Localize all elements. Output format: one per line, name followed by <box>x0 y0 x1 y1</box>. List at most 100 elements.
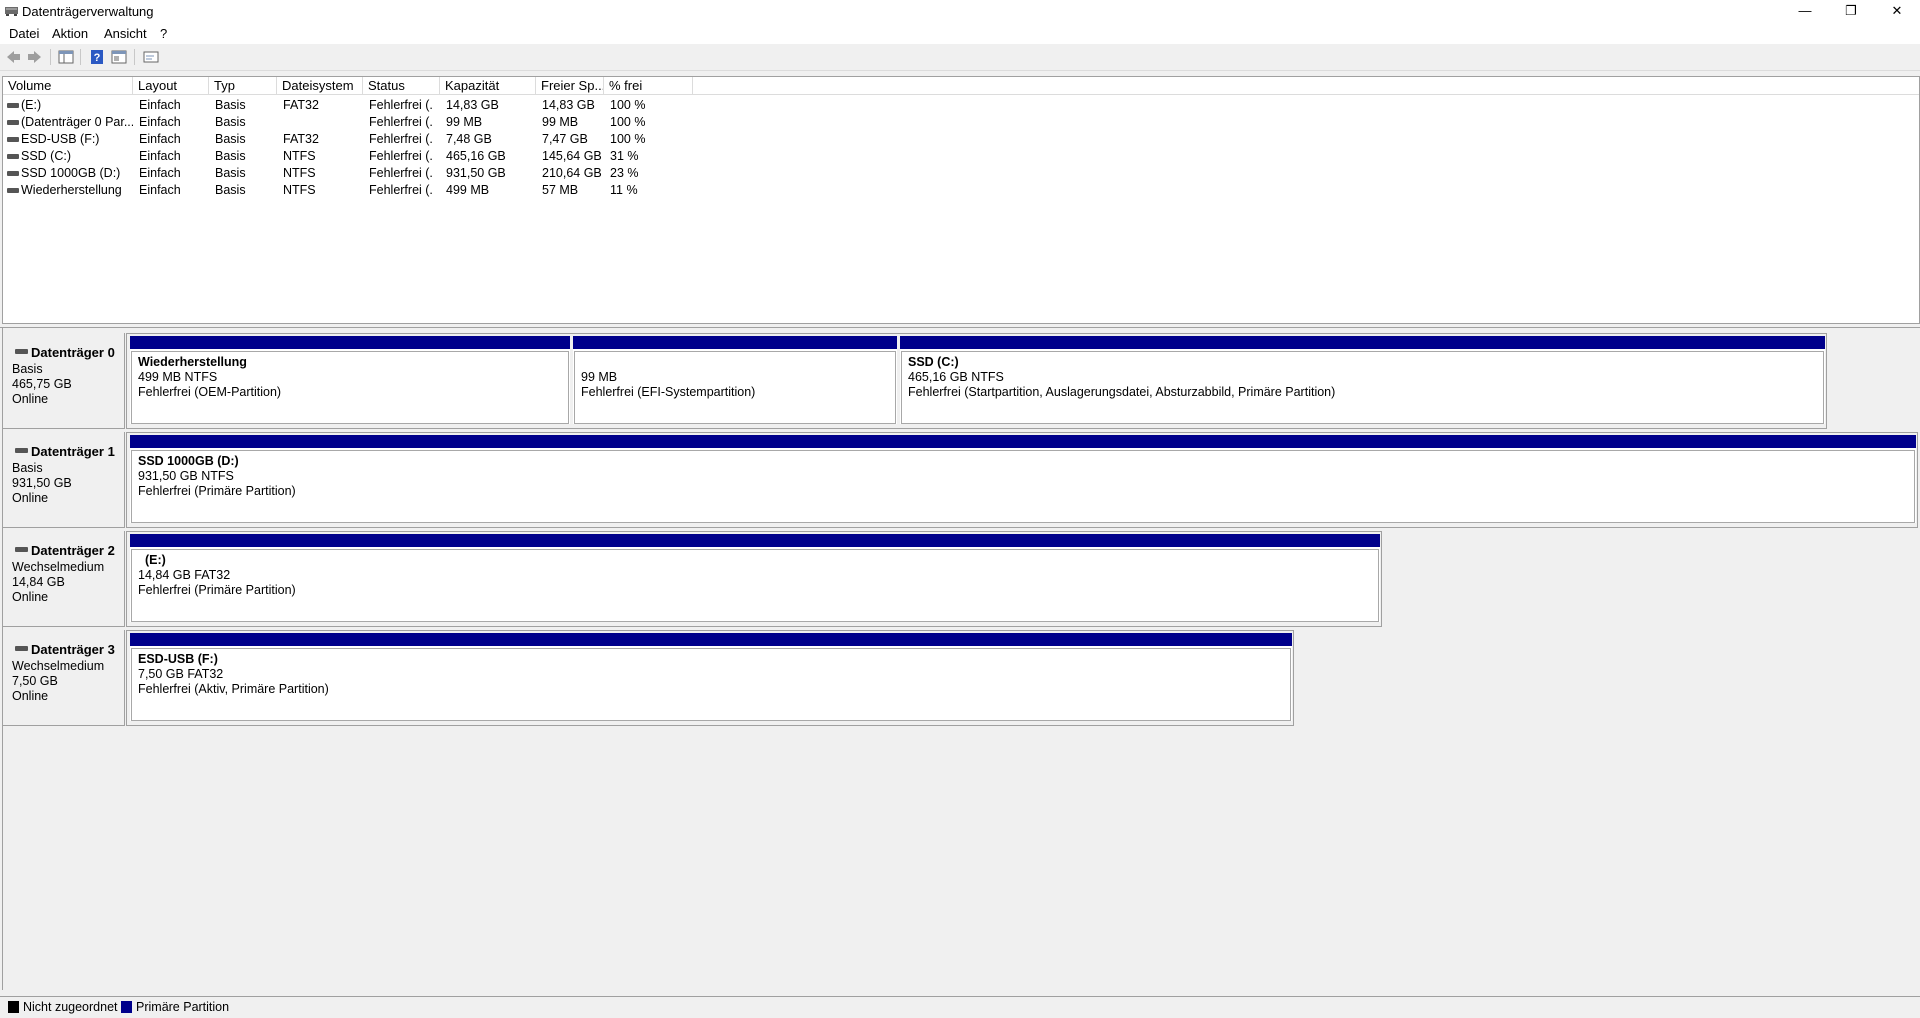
properties-icon[interactable] <box>110 48 128 66</box>
partition-status: Fehlerfrei (OEM-Partition) <box>138 385 282 399</box>
volume-cell-6: 7,47 GB <box>542 132 588 146</box>
disk-partitions-2: (E:) 14,84 GB FAT32 Fehlerfrei (Primäre … <box>126 531 1382 627</box>
menu-datei[interactable]: Datei <box>9 26 39 41</box>
partition-efi[interactable]: 99 MB Fehlerfrei (EFI-Systempartition) <box>573 336 897 424</box>
legend-primary-partition: Primäre Partition <box>136 1000 230 1014</box>
partition-status: Fehlerfrei (Startpartition, Auslagerungs… <box>908 385 1336 399</box>
volume-row[interactable]: SSD (C:) Einfach Basis NTFS Fehlerfrei (... 4… <box>3 148 703 165</box>
volume-row[interactable]: ESD-USB (F:) Einfach Basis FAT32 Fehlerfrei … <box>3 131 703 148</box>
volume-cell-7: 100 % <box>610 132 646 146</box>
volume-cell-4: Fehlerfrei (... <box>369 98 434 112</box>
disk-name: Datenträger 0 <box>31 345 115 360</box>
volume-cell-6: 145,64 GB <box>542 149 602 163</box>
close-button[interactable]: ✕ <box>1874 0 1920 22</box>
volume-icon <box>7 137 19 142</box>
console-icon[interactable] <box>142 48 160 66</box>
volume-cell-4: Fehlerfrei (... <box>369 115 434 129</box>
disk-type: Wechselmedium <box>12 560 105 574</box>
disk-icon <box>15 547 28 552</box>
primary-partition-bar <box>573 336 897 349</box>
col-header-typ[interactable]: Typ <box>209 77 277 95</box>
partition-esd-usb-f[interactable]: ESD-USB (F:) 7,50 GB FAT32 Fehlerfrei (A… <box>130 633 1292 721</box>
partition-body: SSD (C:) 465,16 GB NTFS Fehlerfrei (Star… <box>901 351 1824 424</box>
volume-cell-7: 31 % <box>610 149 639 163</box>
volume-row[interactable]: (E:) Einfach Basis FAT32 Fehlerfrei (... 14,8… <box>3 97 703 114</box>
disk-size: 931,50 GB <box>12 476 72 490</box>
col-header-filler <box>693 77 1919 95</box>
disk-type: Basis <box>12 362 43 376</box>
col-header-dateisystem[interactable]: Dateisystem <box>277 77 363 95</box>
disk-row-2: Datenträger 2 Wechselmedium 14,84 GB Onl… <box>3 531 1919 627</box>
disk-icon <box>15 448 28 453</box>
toolbar-separator <box>134 49 135 65</box>
volume-cell-1: Einfach <box>139 115 181 129</box>
volume-cell-5: 7,48 GB <box>446 132 492 146</box>
primary-partition-bar <box>900 336 1825 349</box>
col-header-volume[interactable]: Volume <box>3 77 133 95</box>
disk-partitions-3: ESD-USB (F:) 7,50 GB FAT32 Fehlerfrei (A… <box>126 630 1294 726</box>
disk-map-area: Datenträger 0 Basis 465,75 GB Online Wie… <box>2 328 1919 990</box>
menu-help[interactable]: ? <box>160 26 167 41</box>
disk-size: 7,50 GB <box>12 674 58 688</box>
partition-size: 14,84 GB FAT32 <box>138 568 231 582</box>
menu-aktion[interactable]: Aktion <box>52 26 88 41</box>
volume-cell-0: ESD-USB (F:) <box>21 132 100 146</box>
volume-cell-6: 14,83 GB <box>542 98 595 112</box>
partition-wiederherstellung[interactable]: Wiederherstellung 499 MB NTFS Fehlerfrei… <box>130 336 570 424</box>
partition-status: Fehlerfrei (Aktiv, Primäre Partition) <box>138 682 329 696</box>
partition-e[interactable]: (E:) 14,84 GB FAT32 Fehlerfrei (Primäre … <box>130 534 1380 622</box>
volume-cell-1: Einfach <box>139 183 181 197</box>
disk-status: Online <box>12 392 49 406</box>
volume-row[interactable]: SSD 1000GB (D:) Einfach Basis NTFS Fehlerfre… <box>3 165 703 182</box>
volume-list[interactable]: Volume Layout Typ Dateisystem Status Kap… <box>2 76 1920 324</box>
volume-cell-5: 931,50 GB <box>446 166 506 180</box>
volume-cell-1: Einfach <box>139 149 181 163</box>
disk-partitions-0: Wiederherstellung 499 MB NTFS Fehlerfrei… <box>126 333 1827 429</box>
volume-cell-0: Wiederherstellung <box>21 183 122 197</box>
disk-label-1[interactable]: Datenträger 1 Basis 931,50 GB Online <box>3 432 125 528</box>
volume-cell-2: Basis <box>215 183 246 197</box>
disk-label-3[interactable]: Datenträger 3 Wechselmedium 7,50 GB Onli… <box>3 630 125 726</box>
volume-cell-0: SSD (C:) <box>21 149 71 163</box>
partition-title: SSD 1000GB (D:) <box>138 454 239 468</box>
menu-ansicht[interactable]: Ansicht <box>104 26 147 41</box>
restore-button[interactable]: ❐ <box>1828 0 1874 22</box>
disk-type: Wechselmedium <box>12 659 105 673</box>
disk-label-2[interactable]: Datenträger 2 Wechselmedium 14,84 GB Onl… <box>3 531 125 627</box>
partition-title: ESD-USB (F:) <box>138 652 218 666</box>
volume-icon <box>7 154 19 159</box>
partition-ssd-c[interactable]: SSD (C:) 465,16 GB NTFS Fehlerfrei (Star… <box>900 336 1825 424</box>
forward-icon[interactable] <box>26 48 44 66</box>
help-icon[interactable]: ? <box>88 48 106 66</box>
partition-title: (E:) <box>138 553 166 567</box>
volume-cell-3: NTFS <box>283 149 316 163</box>
col-header-prozent-frei[interactable]: % frei <box>604 77 693 95</box>
partition-size: 931,50 GB NTFS <box>138 469 234 483</box>
minimize-button[interactable]: — <box>1782 0 1828 22</box>
partition-body: 99 MB Fehlerfrei (EFI-Systempartition) <box>574 351 896 424</box>
partition-ssd-1000gb-d[interactable]: SSD 1000GB (D:) 931,50 GB NTFS Fehlerfre… <box>130 435 1916 523</box>
volume-row[interactable]: (Datenträger 0 Par... Einfach Basis Fehlerf… <box>3 114 703 131</box>
volume-row[interactable]: Wiederherstellung Einfach Basis NTFS Fehlerf… <box>3 182 703 199</box>
disk-size: 14,84 GB <box>12 575 65 589</box>
disk-row-3: Datenträger 3 Wechselmedium 7,50 GB Onli… <box>3 630 1919 726</box>
primary-partition-bar <box>130 633 1292 646</box>
volume-cell-2: Basis <box>215 132 246 146</box>
col-header-freier-speicher[interactable]: Freier Sp... <box>536 77 604 95</box>
unallocated-swatch <box>8 1001 19 1013</box>
volume-cell-3: NTFS <box>283 183 316 197</box>
toolbar-separator <box>80 49 81 65</box>
volume-cell-5: 99 MB <box>446 115 483 129</box>
volume-cell-7: 11 % <box>610 183 638 197</box>
col-header-layout[interactable]: Layout <box>133 77 209 95</box>
disk-management-icon <box>5 7 18 16</box>
back-icon[interactable] <box>4 48 22 66</box>
col-header-status[interactable]: Status <box>363 77 440 95</box>
volume-icon <box>7 103 19 108</box>
col-header-kapazitaet[interactable]: Kapazität <box>440 77 536 95</box>
volume-cell-2: Basis <box>215 149 246 163</box>
disk-row-1: Datenträger 1 Basis 931,50 GB Online SSD… <box>3 432 1919 528</box>
disk-label-0[interactable]: Datenträger 0 Basis 465,75 GB Online <box>3 333 125 429</box>
disk-list-icon[interactable] <box>57 48 75 66</box>
volume-cell-6: 99 MB <box>542 115 579 129</box>
